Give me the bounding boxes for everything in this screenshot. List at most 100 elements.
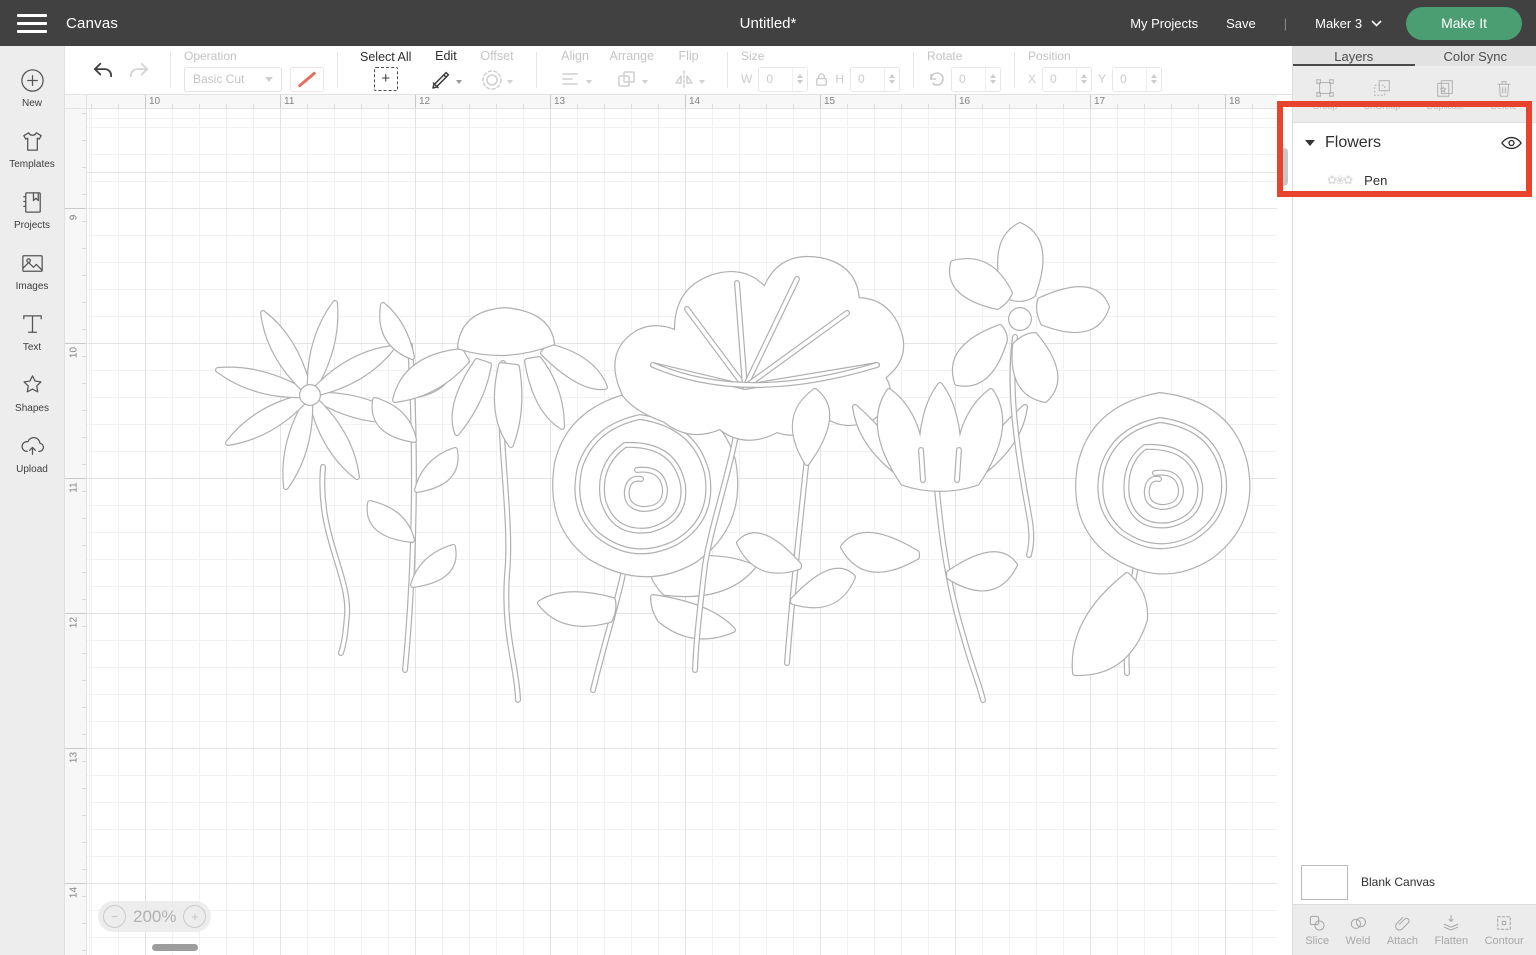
- select-all-icon: +: [374, 67, 398, 91]
- stepper[interactable]: [792, 68, 807, 91]
- vertical-scrollbar[interactable]: [1280, 148, 1288, 186]
- upload-icon: [19, 433, 46, 460]
- undo-button[interactable]: [85, 61, 121, 79]
- operation-group: Operation Basic Cut: [184, 49, 324, 92]
- flowers-artwork: [65, 95, 1277, 955]
- group-icon: [1314, 77, 1336, 99]
- sidebar-item-templates[interactable]: Templates: [0, 119, 64, 180]
- make-it-button[interactable]: Make It: [1406, 7, 1522, 40]
- layers-list: Flowers ✿❀✿ Pen: [1293, 123, 1536, 860]
- tab-color-sync[interactable]: Color Sync: [1415, 46, 1536, 66]
- pen-color-swatch[interactable]: [290, 67, 324, 92]
- sidebar-item-projects[interactable]: Projects: [0, 180, 64, 241]
- operation-label: Operation: [184, 49, 324, 63]
- images-icon: [19, 250, 46, 277]
- position-x-input[interactable]: 0: [1042, 67, 1092, 92]
- text-icon: [19, 311, 46, 338]
- edit-button[interactable]: Edit: [429, 49, 462, 92]
- layer-row-pen[interactable]: ✿❀✿ Pen: [1293, 163, 1536, 197]
- toolbar-separator: [1014, 52, 1015, 88]
- stepper[interactable]: [1076, 68, 1091, 91]
- stepper[interactable]: [985, 68, 1000, 91]
- page-title: Canvas: [66, 15, 118, 32]
- toolbar-separator: [727, 52, 728, 88]
- layer-group-row[interactable]: Flowers: [1293, 123, 1536, 163]
- caret-down-icon: [586, 80, 592, 84]
- collapse-triangle-icon[interactable]: [1305, 140, 1315, 146]
- visibility-eye-icon[interactable]: [1501, 136, 1522, 150]
- ungroup-button[interactable]: UnGroup: [1364, 77, 1401, 111]
- pen-layer-thumbnail-icon: ✿❀✿: [1327, 173, 1351, 187]
- blank-canvas-label: Blank Canvas: [1361, 875, 1435, 889]
- width-input[interactable]: 0: [758, 67, 808, 92]
- design-canvas[interactable]: 101112131415161718 91011121314 − 200% +: [65, 95, 1277, 955]
- select-all-button[interactable]: Select All +: [360, 50, 411, 91]
- arrange-button[interactable]: Arrange: [610, 49, 654, 92]
- offset-button[interactable]: Offset: [480, 49, 513, 92]
- align-icon: [559, 68, 583, 92]
- redo-button[interactable]: [121, 61, 157, 79]
- toolbar-separator: [170, 52, 171, 88]
- sidebar-item-new[interactable]: New: [0, 58, 64, 119]
- zoom-control: − 200% +: [98, 901, 211, 932]
- new-icon: [19, 67, 46, 94]
- document-title: Untitled*: [740, 15, 797, 32]
- panel-tabs: Layers Color Sync: [1293, 46, 1536, 66]
- align-button[interactable]: Align: [559, 49, 592, 92]
- delete-button[interactable]: Delete: [1491, 77, 1517, 111]
- zoom-level: 200%: [133, 907, 176, 927]
- flatten-icon: [1441, 913, 1461, 933]
- my-projects-link[interactable]: My Projects: [1130, 16, 1198, 31]
- projects-icon: [19, 189, 46, 216]
- hamburger-menu-icon[interactable]: [17, 14, 47, 33]
- flower-rose-right[interactable]: [1075, 395, 1248, 673]
- flip-button[interactable]: Flip: [672, 49, 705, 92]
- stepper[interactable]: [884, 68, 899, 91]
- flatten-button[interactable]: Flatten: [1434, 913, 1468, 947]
- chevron-down-icon: [1371, 20, 1382, 27]
- height-input[interactable]: 0: [850, 67, 900, 92]
- sidebar-item-upload[interactable]: Upload: [0, 424, 64, 485]
- caret-down-icon: [699, 80, 705, 84]
- sidebar-item-shapes[interactable]: Shapes: [0, 363, 64, 424]
- templates-icon: [19, 128, 46, 155]
- save-link[interactable]: Save: [1226, 16, 1256, 31]
- flower-tulip[interactable]: [843, 385, 1025, 700]
- contour-button[interactable]: Contour: [1485, 913, 1524, 947]
- duplicate-button[interactable]: Duplicate: [1427, 77, 1465, 111]
- offset-icon: [480, 68, 504, 92]
- group-button[interactable]: Group: [1312, 77, 1337, 111]
- horizontal-scrollbar[interactable]: [152, 944, 198, 951]
- tab-layers[interactable]: Layers: [1293, 46, 1415, 66]
- flower-daisy[interactable]: [218, 303, 402, 653]
- flower-rose-left[interactable]: [540, 393, 753, 690]
- zoom-out-button[interactable]: −: [103, 905, 126, 928]
- lock-icon[interactable]: [814, 72, 829, 87]
- rotate-input[interactable]: 0: [951, 67, 1001, 92]
- arrange-icon: [615, 68, 639, 92]
- blank-canvas-row: Blank Canvas: [1293, 860, 1536, 904]
- flip-icon: [672, 68, 696, 92]
- slice-icon: [1307, 913, 1327, 933]
- attach-button[interactable]: Attach: [1387, 913, 1418, 947]
- zoom-in-button[interactable]: +: [183, 905, 206, 928]
- slice-button[interactable]: Slice: [1305, 913, 1329, 947]
- sidebar-item-text[interactable]: Text: [0, 302, 64, 363]
- weld-button[interactable]: Weld: [1346, 913, 1371, 947]
- canvas-color-swatch[interactable]: [1301, 865, 1348, 900]
- operation-select[interactable]: Basic Cut: [184, 67, 282, 92]
- top-bar: Canvas Untitled* My Projects Save | Make…: [0, 0, 1536, 46]
- edit-toolbar: Operation Basic Cut Select All + Edit Of…: [65, 46, 1292, 95]
- duplicate-icon: [1434, 77, 1456, 99]
- caret-down-icon: [507, 80, 513, 84]
- edit-pencil-icon: [429, 68, 453, 92]
- combine-actions-bar: Slice Weld Attach Flatten Contour: [1293, 904, 1536, 955]
- rotate-icon[interactable]: [927, 70, 945, 88]
- undo-icon: [92, 61, 114, 79]
- position-y-input[interactable]: 0: [1112, 67, 1162, 92]
- machine-selector[interactable]: Maker 3: [1315, 16, 1382, 31]
- layer-actions-row: Group UnGroup Duplicate Delete: [1293, 66, 1536, 123]
- stepper[interactable]: [1146, 68, 1161, 91]
- sidebar-item-images[interactable]: Images: [0, 241, 64, 302]
- rotate-group: Rotate 0: [927, 49, 1001, 92]
